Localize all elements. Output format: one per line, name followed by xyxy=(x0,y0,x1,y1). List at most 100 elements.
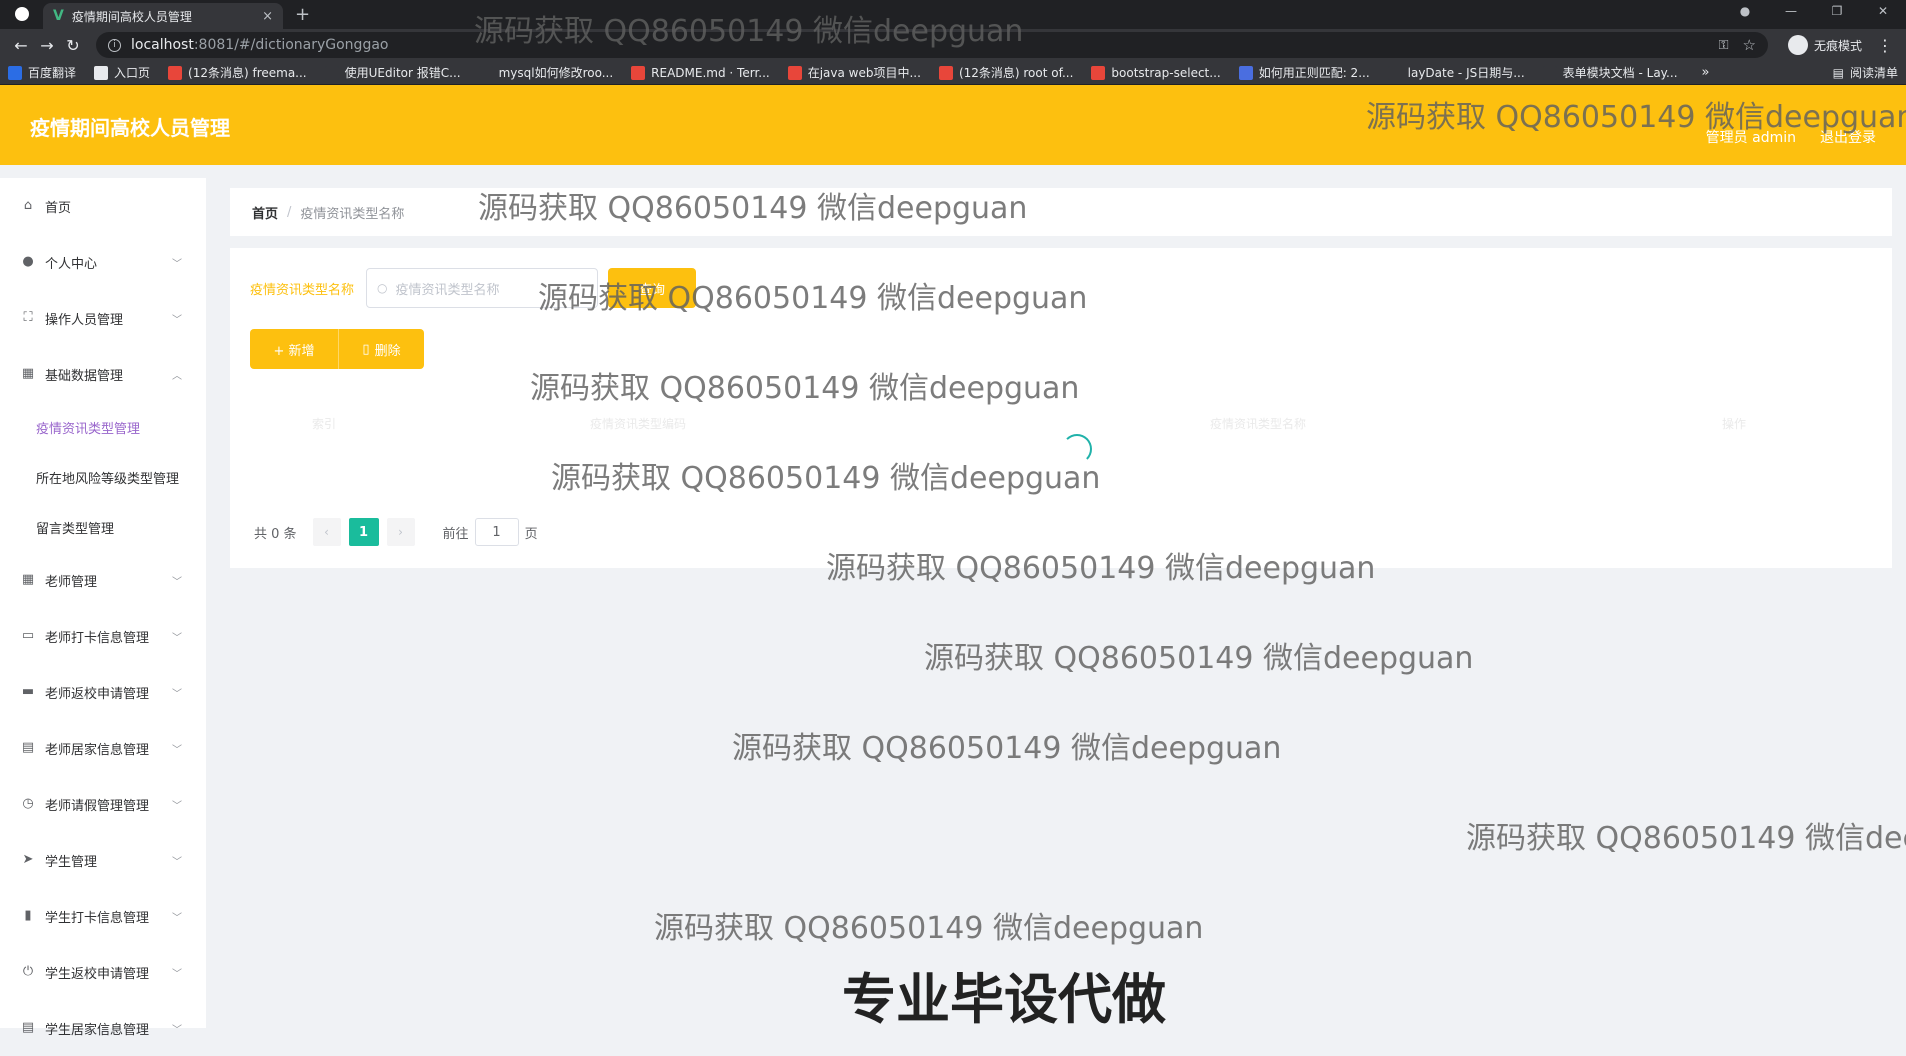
reading-list[interactable]: ▤ 阅读清单 xyxy=(1833,64,1898,81)
breadcrumb-home[interactable]: 首页 xyxy=(252,203,278,222)
breadcrumb-current: 疫情资讯类型名称 xyxy=(300,206,405,222)
bookmark-item[interactable]: 表单模块文档 - Lay... xyxy=(1542,64,1678,81)
bookmark-item[interactable]: 如何用正则匹配: 2... xyxy=(1238,64,1370,81)
sidebar-subitem[interactable]: 留言类型管理 xyxy=(0,502,206,552)
bookmark-label: (12条消息) root of... xyxy=(958,66,1074,80)
search-icon: ○ xyxy=(377,281,388,295)
column-header[interactable]: 疫情资讯类型名称 xyxy=(1210,415,1306,432)
back-icon[interactable]: ← xyxy=(8,36,34,55)
chevron-down-icon: ﹀ xyxy=(172,688,182,700)
watermark: 源码获取 QQ86050149 微信deepguan xyxy=(478,191,1028,226)
bookmark-icon xyxy=(787,65,802,80)
goto-page-input[interactable]: 1 xyxy=(474,518,519,546)
bookmark-item[interactable]: 使用UEditor 报错C... xyxy=(324,64,461,81)
pagination-total: 共 0 条 xyxy=(254,526,297,542)
sidebar-item[interactable]: ▭ 老师打卡信息管理 ﹀ xyxy=(0,608,206,664)
watermark: 源码获取 QQ86050149 微信deepguan xyxy=(732,731,1282,766)
tab-title: 疫情期间高校人员管理 xyxy=(71,9,192,24)
prev-page-button[interactable]: ‹ xyxy=(312,518,341,546)
delete-button[interactable]: ▯ 删除 xyxy=(338,329,424,369)
add-button[interactable]: + 新增 xyxy=(250,329,338,369)
incognito-indicator[interactable]: 无痕模式 xyxy=(1787,35,1862,55)
info-icon[interactable]: i xyxy=(108,38,121,52)
bookmark-label: bootstrap-select... xyxy=(1111,65,1221,80)
sidebar-item-label: 老师请假管理管理 xyxy=(45,798,150,814)
menu-icon[interactable]: ⋮ xyxy=(1872,36,1898,55)
send-icon: ➤ xyxy=(22,852,34,867)
sidebar-item[interactable]: ▬ 老师返校申请管理 ﹀ xyxy=(0,664,206,720)
search-label: 疫情资讯类型名称 xyxy=(250,282,355,298)
restore-icon[interactable]: ❐ xyxy=(1814,0,1860,22)
window-close-icon[interactable]: ✕ xyxy=(1860,0,1906,22)
bookmark-item[interactable]: (12条消息) freema... xyxy=(168,64,307,81)
reading-list-label: 阅读清单 xyxy=(1849,66,1898,80)
star-icon[interactable]: ☆ xyxy=(1743,36,1756,54)
watermark-bottom: 专业毕设代做 xyxy=(842,968,1166,1031)
reload-icon[interactable]: ↻ xyxy=(60,36,86,55)
bookmark-item[interactable]: 在java web项目中... xyxy=(787,64,921,81)
reading-list-icon: ▤ xyxy=(1832,65,1844,80)
bookmark-icon xyxy=(324,65,339,80)
sidebar-item[interactable]: ➤ 学生管理 ﹀ xyxy=(0,832,206,888)
key-icon[interactable]: ⚿ xyxy=(1719,38,1729,53)
bookmark-label: 在java web项目中... xyxy=(807,66,921,80)
new-tab-button[interactable]: + xyxy=(295,4,310,25)
window-controls: ● — ❐ ✕ xyxy=(1722,0,1906,22)
chevron-down-icon: ﹀ xyxy=(172,912,182,924)
column-header[interactable]: 疫情资讯类型编码 xyxy=(590,415,686,432)
watermark: 源码获取 QQ86050149 微信deepguan xyxy=(654,911,1204,946)
browser-tab[interactable]: V 疫情期间高校人员管理 × xyxy=(43,3,283,29)
chevron-down-icon: ﹀ xyxy=(172,258,182,270)
sidebar-item[interactable]: ⛶ 操作人员管理 ﹀ xyxy=(0,290,206,346)
bookmark-item[interactable]: bootstrap-select... xyxy=(1091,65,1221,80)
url-host: localhost xyxy=(131,37,194,53)
sidebar-item[interactable]: ▮ 学生打卡信息管理 ﹀ xyxy=(0,888,206,944)
bookmark-icon xyxy=(1238,65,1253,80)
sidebar-item-label: 操作人员管理 xyxy=(45,312,124,328)
chevron-down-icon: ﹀ xyxy=(172,1024,182,1036)
sidebar-subitem[interactable]: 疫情资讯类型管理 xyxy=(0,402,206,452)
sidebar-item[interactable]: ◷ 老师请假管理管理 ﹀ xyxy=(0,776,206,832)
sidebar-item[interactable]: ▦ 老师管理 ﹀ xyxy=(0,552,206,608)
bookmark-label: 入口页 xyxy=(114,66,151,80)
chevron-down-icon: ﹀ xyxy=(172,314,182,326)
bookmark-icon xyxy=(1091,65,1106,80)
bookmark-item[interactable]: mysql如何修改roo... xyxy=(478,64,613,81)
next-page-button[interactable]: › xyxy=(386,518,415,546)
page-number-button[interactable]: 1 xyxy=(348,518,379,546)
watermark: 源码获取 QQ86050149 微信deepguan xyxy=(530,371,1080,406)
bookmark-item[interactable]: (12条消息) root of... xyxy=(938,64,1074,81)
forward-icon[interactable]: → xyxy=(34,36,60,55)
minimize-icon[interactable]: — xyxy=(1768,0,1814,22)
briefcase-icon: ▤ xyxy=(21,740,35,755)
power-icon: ⏻ xyxy=(22,964,34,979)
sidebar-item-label: 老师管理 xyxy=(45,574,98,590)
delete-button-label: 删除 xyxy=(374,343,401,359)
bookmark-label: 使用UEditor 报错C... xyxy=(344,66,461,80)
sidebar-item[interactable]: ⏻ 学生返校申请管理 ﹀ xyxy=(0,944,206,1000)
sidebar-item[interactable]: ● 个人中心 ﹀ xyxy=(0,234,206,290)
sidebar-item[interactable]: ▤ 学生居家信息管理 ﹀ xyxy=(0,1000,206,1056)
sidebar-item[interactable]: ⌂ 首页 xyxy=(0,178,206,234)
search-placeholder: 疫情资讯类型名称 xyxy=(395,282,500,298)
page-suffix: 页 xyxy=(524,526,538,542)
fullscreen-icon: ⛶ xyxy=(23,310,33,325)
sidebar-subitem[interactable]: 所在地风险等级类型管理 xyxy=(0,452,206,502)
sidebar-item-label: 老师打卡信息管理 xyxy=(45,630,150,646)
bookmark-icon xyxy=(94,65,109,80)
profile-dropdown-icon[interactable]: ● xyxy=(1722,0,1768,22)
sidebar-item[interactable]: ▤ 老师居家信息管理 ﹀ xyxy=(0,720,206,776)
more-bookmarks-icon[interactable]: » xyxy=(1702,65,1710,80)
goto-label: 前往 xyxy=(442,526,469,542)
grid-icon: ▦ xyxy=(21,366,35,381)
sidebar-item-label: 首页 xyxy=(45,200,72,216)
sidebar: ⌂ 首页 ● 个人中心 ﹀ ⛶ 操作人员管理 ﹀ ▦ 基础数据管理 ︿ 疫情资讯类型管理 所在地风险等级… xyxy=(0,178,206,1038)
sidebar-item-label: 个人中心 xyxy=(45,256,98,272)
chevron-down-icon: ﹀ xyxy=(172,800,182,812)
tab-close-icon[interactable]: × xyxy=(262,9,273,24)
bookmark-item[interactable]: README.md · Terr... xyxy=(631,65,770,80)
sidebar-item[interactable]: ▦ 基础数据管理 ︿ xyxy=(0,346,206,402)
bookmark-item[interactable]: layDate - JS日期与... xyxy=(1387,64,1525,81)
bookmark-item[interactable]: 百度翻译 xyxy=(8,64,76,81)
bookmark-item[interactable]: 入口页 xyxy=(94,64,150,81)
